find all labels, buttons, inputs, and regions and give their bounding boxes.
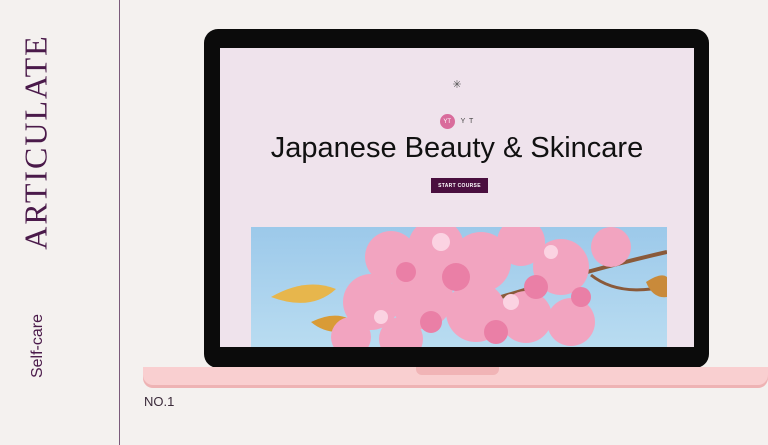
start-course-button[interactable]: START COURSE — [431, 178, 488, 193]
cherry-blossom-image — [251, 227, 667, 347]
laptop-base — [143, 367, 768, 385]
avatar: YT — [439, 114, 455, 129]
laptop-notch — [416, 367, 499, 375]
sparkle-icon: ✳ — [452, 79, 462, 91]
author-row: YT Y T — [220, 114, 694, 129]
laptop-frame: ✳ YT Y T Japanese Beauty & Skincare STAR… — [204, 29, 709, 368]
edition-label: NO.1 — [144, 394, 175, 409]
left-panel: ARTICULATE Self-care — [0, 0, 120, 445]
category-label: Self-care — [29, 313, 46, 379]
brand-title: ARTICULATE — [17, 34, 54, 250]
course-title: Japanese Beauty & Skincare — [270, 132, 644, 164]
laptop-screen: ✳ YT Y T Japanese Beauty & Skincare STAR… — [220, 48, 694, 347]
cherry-blossom-illustration — [271, 227, 667, 347]
author-name: Y T — [460, 118, 475, 125]
